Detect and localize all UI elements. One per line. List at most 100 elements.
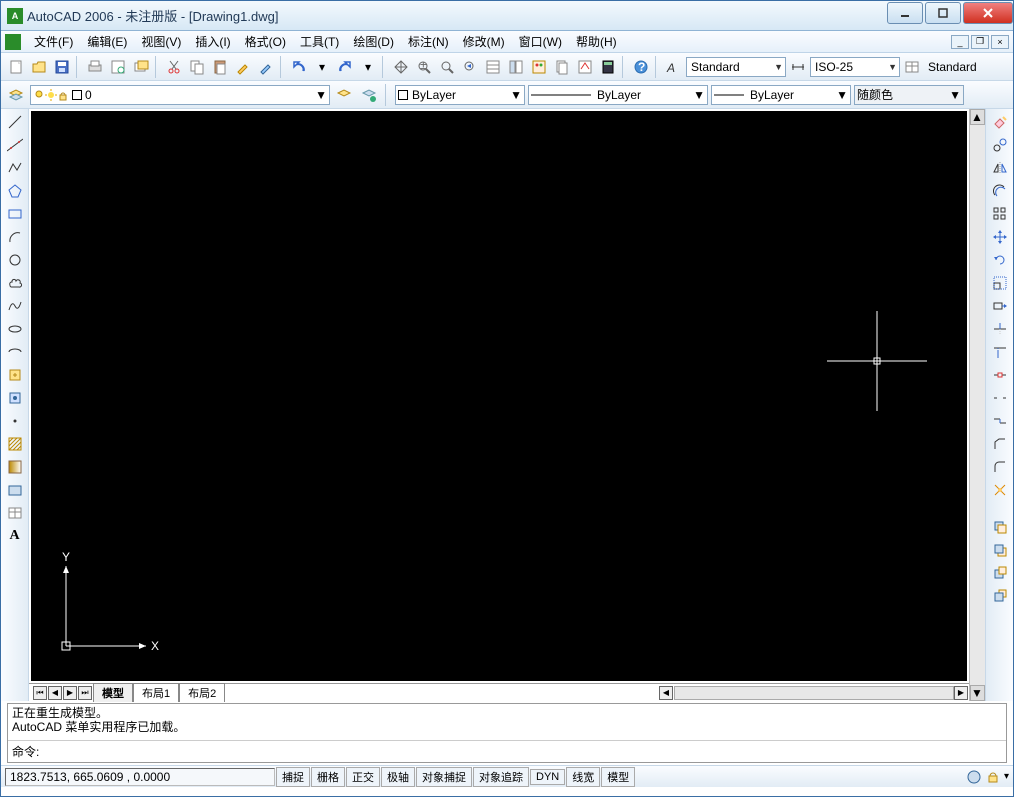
tab-next[interactable]: ▶ (63, 686, 77, 700)
plotstyle-dropdown[interactable]: 随颜色▼ (854, 85, 964, 105)
spline-icon[interactable] (4, 295, 26, 316)
offset-icon[interactable] (989, 180, 1011, 201)
lock-status-icon[interactable] (986, 770, 1000, 784)
rotate-icon[interactable] (989, 249, 1011, 270)
dimstyle-icon[interactable] (787, 56, 809, 78)
table-icon[interactable] (4, 502, 26, 523)
close-button[interactable] (963, 2, 1013, 24)
copy-icon[interactable] (186, 56, 208, 78)
layer-dropdown[interactable]: 0 ▼ (30, 85, 330, 105)
polygon-icon[interactable] (4, 180, 26, 201)
explode-icon[interactable] (989, 479, 1011, 500)
help-icon[interactable]: ? (630, 56, 652, 78)
vscroll-down[interactable]: ▼ (970, 685, 985, 701)
insert-block-icon[interactable] (4, 364, 26, 385)
pan-icon[interactable] (390, 56, 412, 78)
toggle-lwt[interactable]: 线宽 (566, 767, 600, 787)
quickcalc-icon[interactable] (597, 56, 619, 78)
save-icon[interactable] (51, 56, 73, 78)
make-block-icon[interactable] (4, 387, 26, 408)
tool-palettes-icon[interactable] (528, 56, 550, 78)
drawing-canvas[interactable]: X Y (31, 111, 967, 681)
move-icon[interactable] (989, 226, 1011, 247)
textstyle-dropdown[interactable]: Standard▼ (686, 57, 786, 77)
hscroll-left[interactable]: ◀ (659, 686, 673, 700)
join-icon[interactable] (989, 410, 1011, 431)
toggle-otrack[interactable]: 对象追踪 (473, 767, 529, 787)
tray-settings-icon[interactable]: ▾ (1004, 771, 1009, 782)
menu-file[interactable]: 文件(F) (27, 31, 80, 52)
new-icon[interactable] (5, 56, 27, 78)
paste-icon[interactable] (209, 56, 231, 78)
toggle-grid[interactable]: 栅格 (311, 767, 345, 787)
break-icon[interactable] (989, 387, 1011, 408)
redo-dropdown-icon[interactable]: ▾ (357, 56, 379, 78)
command-window[interactable]: 正在重生成模型。 AutoCAD 菜单实用程序已加载。 命令: (7, 703, 1007, 763)
menu-draw[interactable]: 绘图(D) (346, 31, 401, 52)
construction-line-icon[interactable] (4, 134, 26, 155)
communication-icon[interactable] (966, 769, 982, 785)
tablestyle-dropdown[interactable]: Standard (924, 57, 1004, 77)
match-properties-icon[interactable] (232, 56, 254, 78)
minimize-button[interactable] (887, 2, 923, 24)
mdi-minimize[interactable]: _ (951, 35, 969, 49)
toggle-model[interactable]: 模型 (601, 767, 635, 787)
sheet-set-icon[interactable] (551, 56, 573, 78)
block-editor-icon[interactable] (255, 56, 277, 78)
array-icon[interactable] (989, 203, 1011, 224)
menu-edit[interactable]: 编辑(E) (80, 31, 134, 52)
menu-view[interactable]: 视图(V) (134, 31, 188, 52)
tab-model[interactable]: 模型 (93, 683, 133, 702)
fillet-icon[interactable] (989, 456, 1011, 477)
cut-icon[interactable] (163, 56, 185, 78)
menu-modify[interactable]: 修改(M) (456, 31, 512, 52)
open-icon[interactable] (28, 56, 50, 78)
plot-preview-icon[interactable] (107, 56, 129, 78)
tab-layout2[interactable]: 布局2 (179, 683, 225, 702)
menu-help[interactable]: 帮助(H) (569, 31, 624, 52)
zoom-realtime-icon[interactable]: ± (413, 56, 435, 78)
scale-icon[interactable] (989, 272, 1011, 293)
toggle-snap[interactable]: 捕捉 (276, 767, 310, 787)
textstyle-icon[interactable]: A (663, 56, 685, 78)
dimstyle-dropdown[interactable]: ISO-25▼ (810, 57, 900, 77)
copy-object-icon[interactable] (989, 134, 1011, 155)
toggle-dyn[interactable]: DYN (530, 769, 565, 785)
zoom-previous-icon[interactable] (459, 56, 481, 78)
undo-icon[interactable] (288, 56, 310, 78)
hscroll-right[interactable]: ▶ (954, 686, 968, 700)
ellipse-icon[interactable] (4, 318, 26, 339)
zoom-window-icon[interactable] (436, 56, 458, 78)
ellipse-arc-icon[interactable] (4, 341, 26, 362)
design-center-icon[interactable] (505, 56, 527, 78)
color-dropdown[interactable]: ByLayer▼ (395, 85, 525, 105)
circle-icon[interactable] (4, 249, 26, 270)
break-at-point-icon[interactable] (989, 364, 1011, 385)
tab-prev[interactable]: ◀ (48, 686, 62, 700)
menu-format[interactable]: 格式(O) (238, 31, 293, 52)
toggle-osnap[interactable]: 对象捕捉 (416, 767, 472, 787)
menu-tools[interactable]: 工具(T) (293, 31, 346, 52)
toggle-ortho[interactable]: 正交 (346, 767, 380, 787)
mdi-restore[interactable]: ❐ (971, 35, 989, 49)
draworder-front-icon[interactable] (989, 516, 1011, 537)
draworder-above-icon[interactable] (989, 562, 1011, 583)
vscroll-up[interactable]: ▲ (970, 109, 985, 125)
polyline-icon[interactable] (4, 157, 26, 178)
tab-last[interactable]: ⏭ (78, 686, 92, 700)
stretch-icon[interactable] (989, 295, 1011, 316)
undo-dropdown-icon[interactable]: ▾ (311, 56, 333, 78)
linetype-dropdown[interactable]: ByLayer▼ (528, 85, 708, 105)
menu-dimension[interactable]: 标注(N) (401, 31, 456, 52)
tab-first[interactable]: ⏮ (33, 686, 47, 700)
publish-icon[interactable] (130, 56, 152, 78)
layer-previous-icon[interactable] (333, 84, 355, 106)
menu-window[interactable]: 窗口(W) (512, 31, 569, 52)
layer-manager-icon[interactable] (5, 84, 27, 106)
coordinates-readout[interactable]: 1823.7513, 665.0609 , 0.0000 (5, 768, 275, 786)
redo-icon[interactable] (334, 56, 356, 78)
line-icon[interactable] (4, 111, 26, 132)
rectangle-icon[interactable] (4, 203, 26, 224)
tab-layout1[interactable]: 布局1 (133, 683, 179, 702)
draworder-back-icon[interactable] (989, 539, 1011, 560)
